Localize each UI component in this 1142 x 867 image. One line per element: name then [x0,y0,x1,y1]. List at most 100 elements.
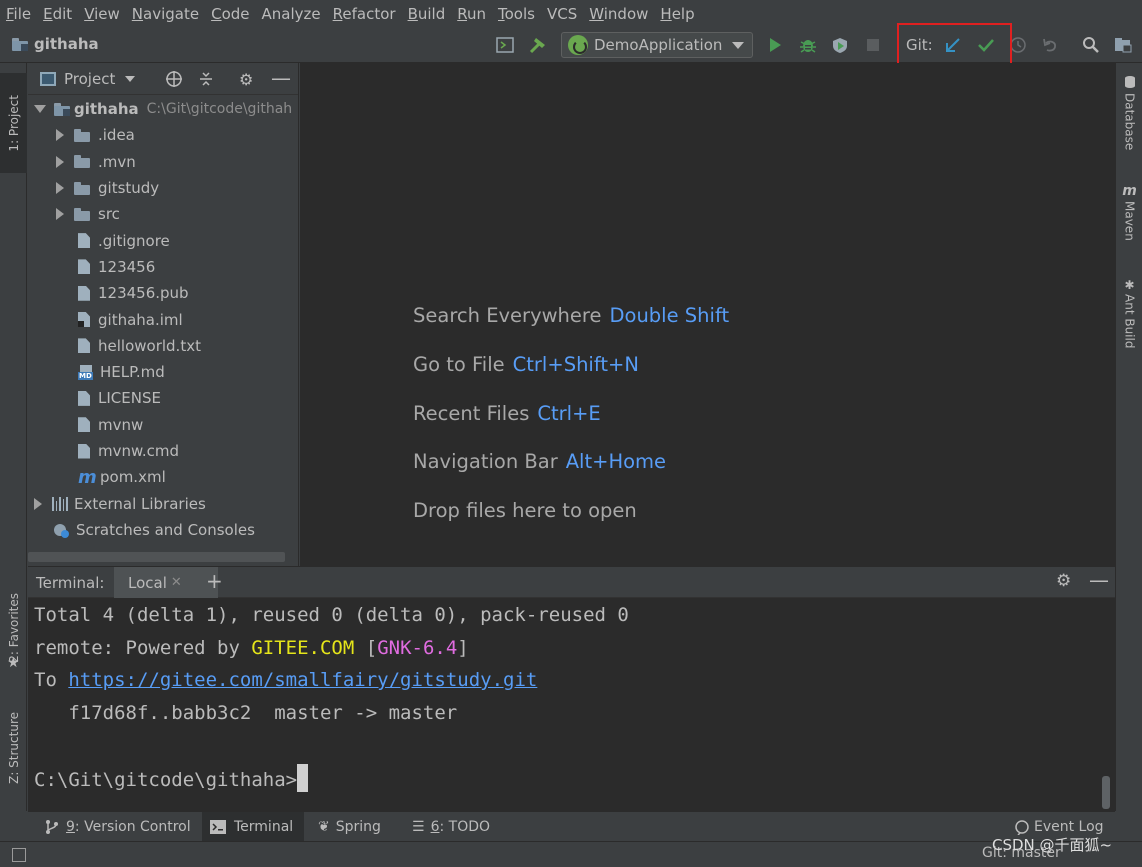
project-breadcrumb[interactable]: githaha [12,35,99,53]
tree-item-scratches[interactable]: Scratches and Consoles [28,517,298,543]
tab-spring[interactable]: ❦ Spring [310,812,389,842]
file-icon [78,233,90,249]
editor-empty-area[interactable]: Search Everywhere Double Shift Go to File… [300,63,1115,566]
remote-url-link[interactable]: https://gitee.com/smallfairy/gitstudy.gi… [68,669,537,691]
gear-icon[interactable]: ⚙ [1056,571,1071,591]
run-with-coverage-icon[interactable] [828,33,852,57]
debug-icon[interactable] [796,33,820,57]
gear-icon[interactable]: ⚙ [239,70,253,89]
tab-version-control[interactable]: 9: Version Control [36,812,199,842]
new-terminal-plus-icon[interactable]: + [206,569,223,593]
tab-structure-label: Z: Structure [6,712,21,784]
run-configuration-select[interactable]: DemoApplication [561,32,753,58]
hide-minus-icon[interactable]: — [1089,568,1109,592]
csdn-watermark: CSDN @千面狐~ [992,836,1113,854]
terminal-icon [210,820,226,834]
tab-todo[interactable]: ☰ 6: TODO [404,812,498,842]
tab-project[interactable]: 1: Project [0,73,27,173]
tree-item-file[interactable]: 123456.pub [28,280,298,306]
terminal-line: To https://gitee.com/smallfairy/gitstudy… [34,669,538,691]
tree-item-external-libraries[interactable]: External Libraries [28,490,298,516]
menu-item[interactable]: VCS [547,5,577,23]
project-view-icon [40,71,56,86]
file-icon [78,285,90,301]
tree-item-file[interactable]: githaha.iml [28,306,298,332]
run-configuration-label: DemoApplication [594,36,723,54]
tab-ant-build[interactable]: ✱ Ant Build [1116,278,1142,348]
run-window-icon[interactable] [493,33,517,57]
tree-item-root[interactable]: githaha C:\Git\gitcode\githah [28,96,298,122]
tab-database-label: Database [1122,93,1137,151]
menu-item[interactable]: Window [589,5,648,23]
project-tool-window: Project ⚙ — githaha C:\Git\gitcode\githah… [28,63,299,566]
hint-go-to-file: Go to File Ctrl+Shift+N [413,353,639,376]
module-folder-icon [54,102,70,116]
menu-item[interactable]: Code [211,5,249,23]
tree-item-folder[interactable]: gitstudy [28,175,298,201]
folder-icon [74,128,90,142]
project-name: githaha [34,35,99,53]
menu-item[interactable]: Tools [498,5,535,23]
locate-target-icon[interactable] [165,70,183,92]
tree-item-folder[interactable]: .idea [28,122,298,148]
project-horizontal-scrollbar[interactable] [28,552,285,562]
collapse-all-icon[interactable] [198,70,214,92]
build-hammer-icon[interactable] [526,33,550,57]
tree-item-file[interactable]: 123456 [28,254,298,280]
tab-structure[interactable]: Z: Structure [0,698,27,798]
terminal-header: Terminal: Local ✕ + ⚙ — [28,566,1115,598]
tab-maven[interactable]: m Maven [1116,183,1142,241]
tree-item-folder[interactable]: src [28,201,298,227]
tree-item-label: githaha.iml [98,310,183,329]
menu-item[interactable]: Edit [43,5,72,23]
terminal-vertical-scrollbar[interactable] [1102,776,1110,809]
chevron-down-icon[interactable] [125,75,136,82]
menu-item[interactable]: View [84,5,120,23]
run-icon[interactable] [763,33,787,57]
project-structure-icon[interactable] [1111,33,1135,57]
tree-item-file[interactable]: mvnw [28,412,298,438]
menu-item[interactable]: Navigate [132,5,199,23]
scratches-icon [54,522,70,538]
terminal-line: f17d68f..babb3c2 master -> master [34,702,458,724]
menu-item[interactable]: Run [457,5,486,23]
menu-item[interactable]: Refactor [333,5,396,23]
tree-item-folder[interactable]: .mvn [28,149,298,175]
terminal-output[interactable]: Total 4 (delta 1), reused 0 (delta 0), p… [28,598,1115,811]
tab-database[interactable]: Database [1116,75,1142,150]
menu-item[interactable]: Analyze [262,5,321,23]
terminal-cursor [297,764,309,792]
menu-item[interactable]: File [6,5,31,23]
close-icon[interactable]: ✕ [171,575,182,590]
tree-item-file[interactable]: HELP.md [28,359,298,385]
terminal-line: remote: Powered by GITEE.COM [GNK-6.4] [34,637,469,659]
tab-maven-label: Maven [1122,201,1137,241]
hide-minus-icon[interactable]: — [271,66,291,90]
tree-item-label: pom.xml [100,468,166,487]
rollback-icon[interactable] [1038,33,1062,57]
tree-item-file[interactable]: helloworld.txt [28,333,298,359]
search-icon[interactable] [1079,33,1103,57]
maven-file-icon: m [78,466,97,488]
tree-item-file[interactable]: m pom.xml [28,464,298,490]
menu-item[interactable]: Help [660,5,694,23]
branch-icon [46,820,58,834]
terminal-tab-local[interactable]: Local ✕ [114,567,218,598]
markdown-file-icon [78,364,94,380]
tab-ant-build-label: Ant Build [1122,294,1137,349]
stop-icon[interactable] [861,33,885,57]
tree-item-file[interactable]: mvnw.cmd [28,438,298,464]
tree-item-file[interactable]: .gitignore [28,227,298,253]
tab-terminal[interactable]: Terminal [202,812,304,842]
tree-item-label: External Libraries [74,494,206,513]
tree-item-label: .idea [98,126,135,145]
terminal-prompt: C:\Git\gitcode\githaha> [34,764,309,792]
star-icon: ★ [7,655,20,671]
tree-item-label: githaha [74,100,139,119]
tree-item-file[interactable]: LICENSE [28,385,298,411]
terminal-title: Terminal: [36,574,105,592]
module-folder-icon [12,37,28,51]
project-view-title[interactable]: Project [64,70,115,88]
toggle-tool-windows-icon[interactable] [12,848,26,862]
menu-item[interactable]: Build [408,5,446,23]
